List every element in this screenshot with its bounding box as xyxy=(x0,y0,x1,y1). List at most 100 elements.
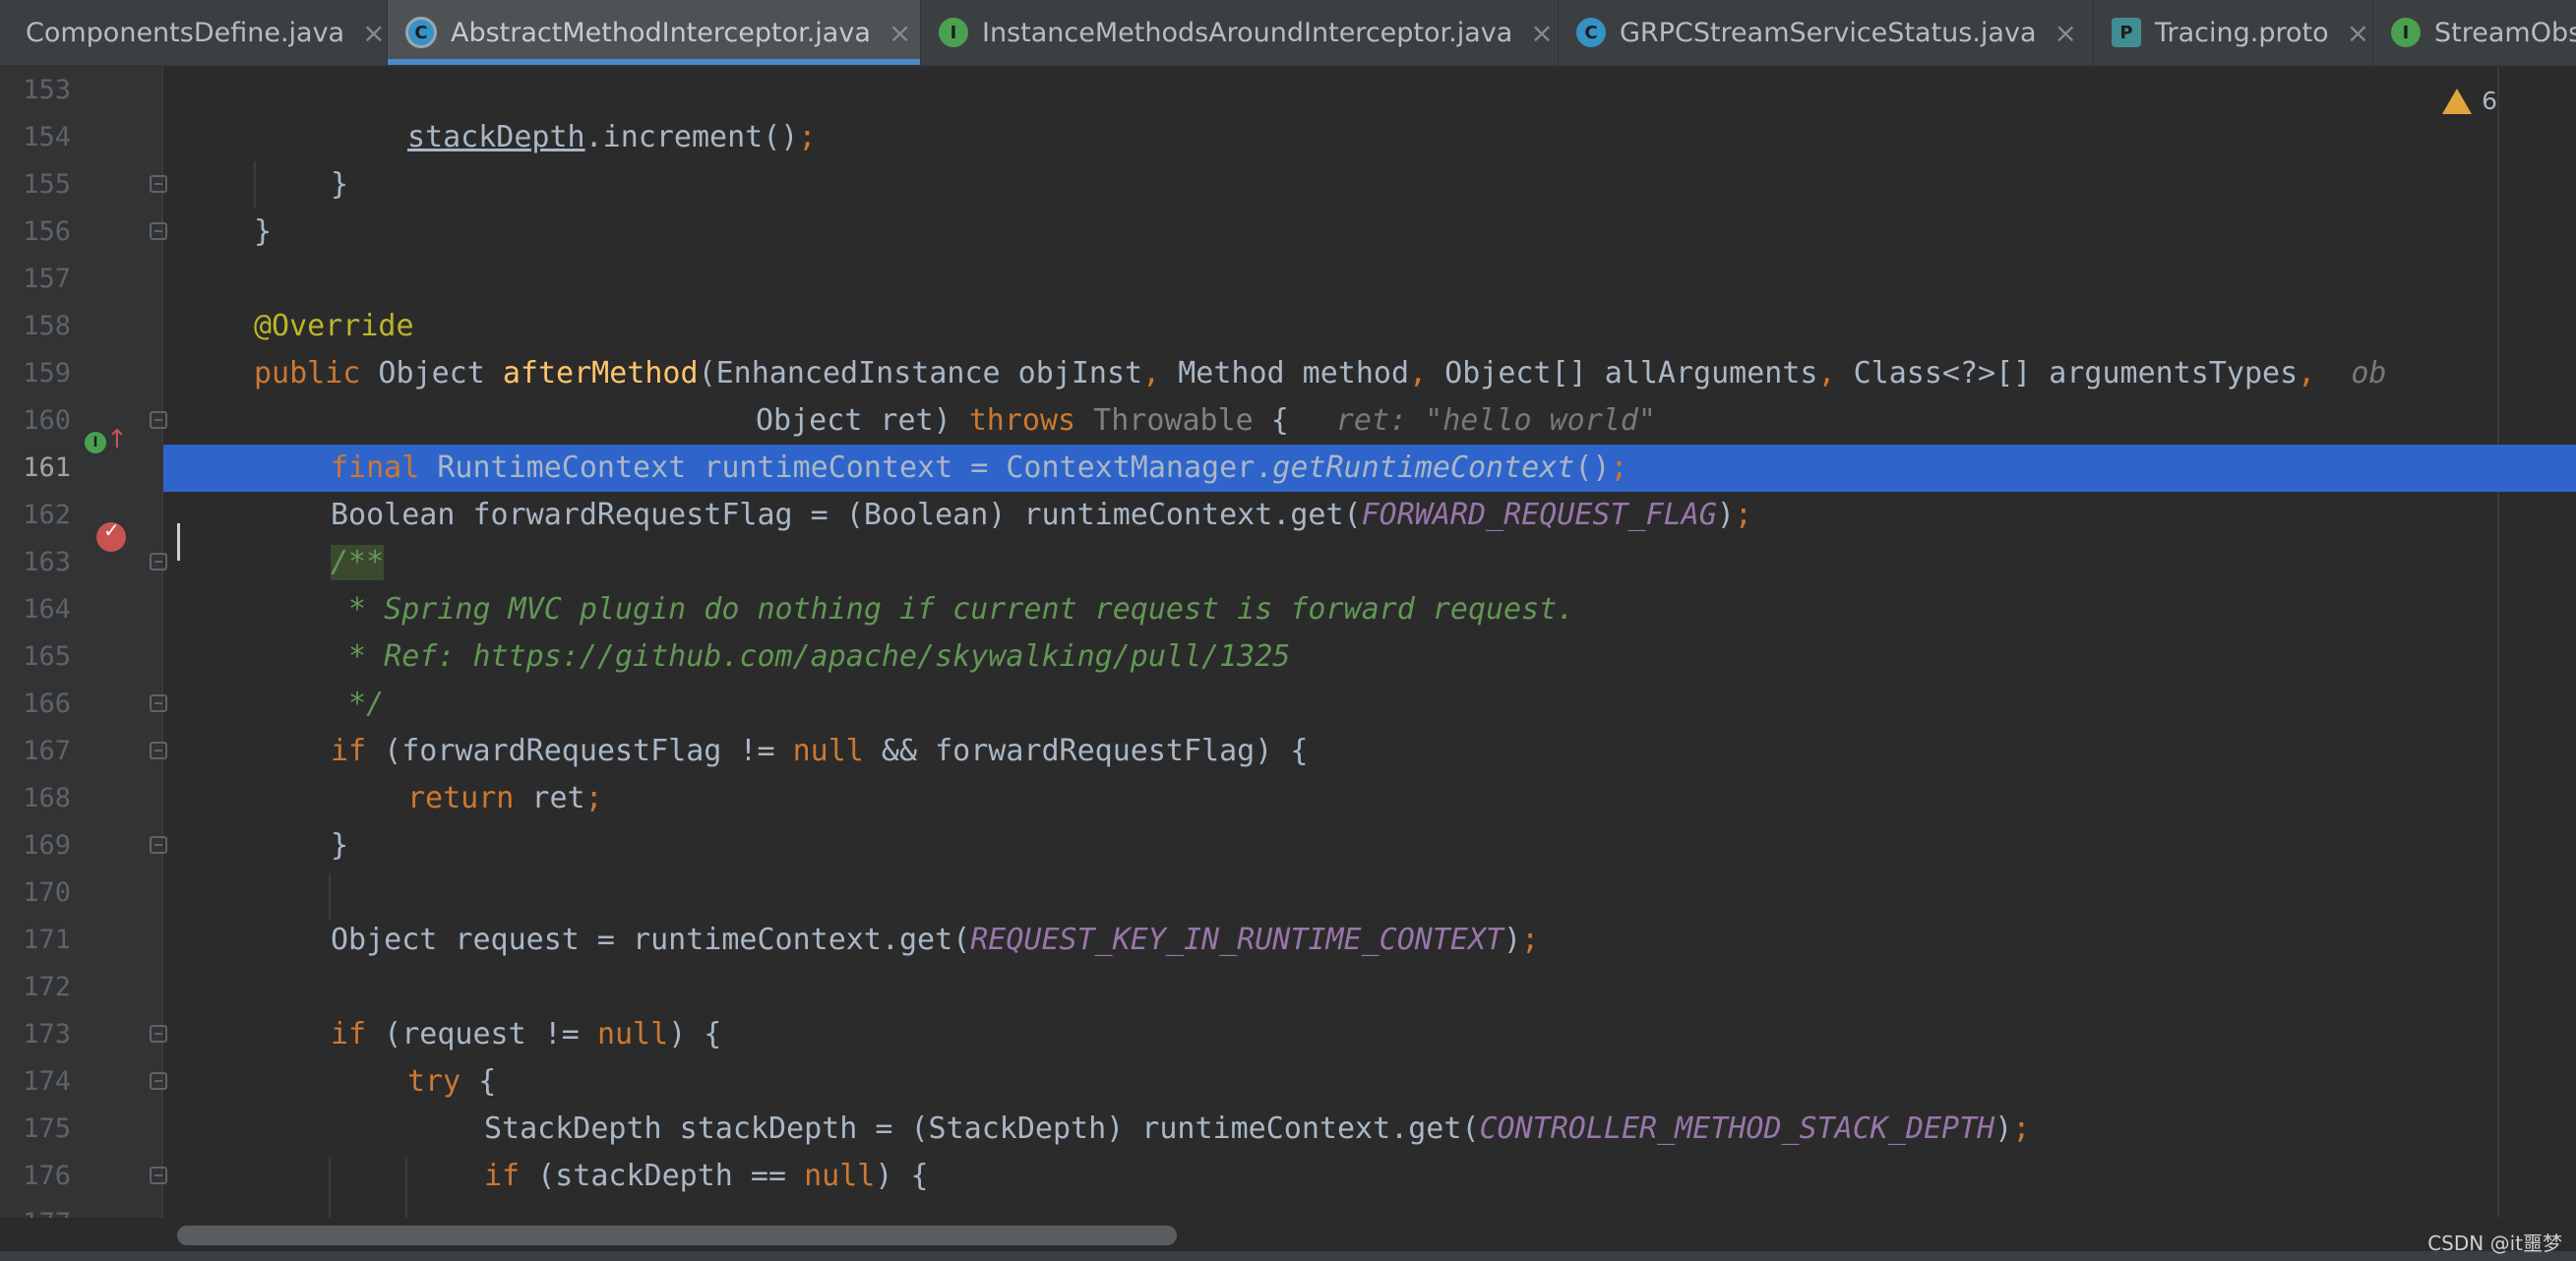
code-line[interactable]: 162 Boolean forwardRequestFlag = (Boolea… xyxy=(0,492,2576,539)
tab-label: StreamObs xyxy=(2434,17,2576,48)
interface-icon: I xyxy=(939,18,968,47)
code-text: } xyxy=(254,214,273,249)
code-line[interactable]: 163 /** xyxy=(0,539,2576,586)
code-text: StackDepth stackDepth = (StackDepth) run… xyxy=(484,1111,2031,1146)
line-number: 156 xyxy=(23,216,71,247)
code-line[interactable]: 164 * Spring MVC plugin do nothing if cu… xyxy=(0,586,2576,633)
code-line[interactable]: 153 xyxy=(0,67,2576,114)
fold-marker-icon[interactable] xyxy=(150,836,167,854)
close-icon[interactable]: × xyxy=(2347,17,2369,49)
line-number: 160 xyxy=(23,405,71,436)
code-text: if (request != null) { xyxy=(331,1017,722,1051)
tab-label: Tracing.proto xyxy=(2155,17,2329,48)
text-caret xyxy=(177,523,180,561)
code-text: * Spring MVC plugin do nothing if curren… xyxy=(331,592,1575,627)
bottom-strip xyxy=(0,1251,2576,1261)
line-number: 159 xyxy=(23,358,71,389)
fold-marker-icon[interactable] xyxy=(150,1025,167,1043)
code-line[interactable]: 155 } xyxy=(0,161,2576,209)
horizontal-scrollbar[interactable] xyxy=(163,1218,2576,1251)
tab-stream-obs[interactable]: I StreamObs xyxy=(2373,0,2576,65)
code-text: } xyxy=(331,167,349,202)
code-text: if (stackDepth == null) { xyxy=(484,1159,929,1193)
code-line[interactable]: 177 xyxy=(0,1200,2576,1218)
tab-label: InstanceMethodsAroundInterceptor.java xyxy=(982,17,1513,48)
code-line[interactable]: 168 return ret; xyxy=(0,775,2576,822)
code-text: try { xyxy=(407,1064,497,1099)
watermark: CSDN @it噩梦 xyxy=(2427,1231,2562,1255)
code-text: Object request = runtimeContext.get(REQU… xyxy=(331,923,1540,957)
code-line[interactable]: 175 StackDepth stackDepth = (StackDepth)… xyxy=(0,1106,2576,1153)
fold-marker-icon[interactable] xyxy=(150,694,167,712)
line-number: 172 xyxy=(23,972,71,1002)
code-text: public Object afterMethod(EnhancedInstan… xyxy=(254,356,2387,390)
line-number: 177 xyxy=(0,1208,71,1218)
code-line[interactable]: 173 if (request != null) { xyxy=(0,1011,2576,1058)
current-execution-line[interactable]: 161 final RuntimeContext runtimeContext … xyxy=(0,445,2576,492)
code-line[interactable]: 169 } xyxy=(0,822,2576,870)
override-arrow-icon[interactable]: ↑ xyxy=(106,425,128,454)
close-icon[interactable]: × xyxy=(362,17,385,49)
line-number: 166 xyxy=(23,689,71,719)
code-line[interactable]: 174 try { xyxy=(0,1058,2576,1106)
code-text: Object ret) throws Throwable {ret: "hell… xyxy=(756,403,1656,438)
fold-marker-icon[interactable] xyxy=(150,1072,167,1090)
breakpoint-icon[interactable] xyxy=(96,518,126,552)
tab-components-define[interactable]: ComponentsDefine.java × xyxy=(0,0,388,65)
line-number: 173 xyxy=(23,1019,71,1050)
code-text: return ret; xyxy=(407,781,603,815)
code-text: @Override xyxy=(254,309,414,343)
fold-marker-icon[interactable] xyxy=(150,742,167,759)
code-line[interactable]: 176 if (stackDepth == null) { xyxy=(0,1153,2576,1200)
fold-marker-icon[interactable] xyxy=(150,553,167,570)
tab-instance-methods-around-interceptor[interactable]: I InstanceMethodsAroundInterceptor.java … xyxy=(921,0,1559,65)
tab-abstract-method-interceptor[interactable]: C AbstractMethodInterceptor.java × xyxy=(388,0,921,65)
proto-file-icon: P xyxy=(2112,18,2141,47)
line-number: 163 xyxy=(23,547,71,577)
code-line[interactable]: 171 Object request = runtimeContext.get(… xyxy=(0,917,2576,964)
fold-marker-icon[interactable] xyxy=(150,175,167,193)
line-number: 164 xyxy=(23,594,71,625)
code-line[interactable]: 157 xyxy=(0,256,2576,303)
scrollbar-thumb[interactable] xyxy=(177,1226,1177,1245)
code-text: if (forwardRequestFlag != null && forwar… xyxy=(331,734,1309,768)
code-text: } xyxy=(331,828,349,863)
editor-tab-bar: ComponentsDefine.java × C AbstractMethod… xyxy=(0,0,2576,67)
line-number: 162 xyxy=(23,500,71,530)
code-line[interactable]: 158 @Override xyxy=(0,303,2576,350)
tab-grpc-stream-service-status[interactable]: C GRPCStreamServiceStatus.java × xyxy=(1559,0,2094,65)
close-icon[interactable]: × xyxy=(2054,17,2076,49)
line-number: 175 xyxy=(23,1113,71,1144)
line-number: 154 xyxy=(23,122,71,152)
line-number: 155 xyxy=(23,169,71,200)
code-text: * Ref: https://github.com/apache/skywalk… xyxy=(331,639,1291,674)
tab-label: GRPCStreamServiceStatus.java xyxy=(1620,17,2037,48)
line-number: 168 xyxy=(23,783,71,813)
line-number: 174 xyxy=(23,1066,71,1097)
code-line[interactable]: 167 if (forwardRequestFlag != null && fo… xyxy=(0,728,2576,775)
code-line[interactable]: 172 xyxy=(0,964,2576,1011)
code-line[interactable]: 159 public Object afterMethod(EnhancedIn… xyxy=(0,350,2576,397)
code-line[interactable]: 166 */ xyxy=(0,681,2576,728)
code-editor[interactable]: 6 153 154 stackDepth.increment(); 155 } … xyxy=(0,67,2576,1218)
abstract-class-icon: C xyxy=(405,17,437,48)
tab-tracing-proto[interactable]: P Tracing.proto × xyxy=(2094,0,2373,65)
code-text: Boolean forwardRequestFlag = (Boolean) r… xyxy=(331,498,1752,532)
code-line[interactable]: 170 xyxy=(0,870,2576,917)
code-line[interactable]: 165 * Ref: https://github.com/apache/sky… xyxy=(0,633,2576,681)
code-text: final RuntimeContext runtimeContext = Co… xyxy=(331,450,1628,485)
fold-marker-icon[interactable] xyxy=(150,411,167,429)
code-line[interactable]: 156 } xyxy=(0,209,2576,256)
fold-marker-icon[interactable] xyxy=(150,1167,167,1184)
line-number: 153 xyxy=(23,75,71,105)
tab-label: ComponentsDefine.java xyxy=(26,17,345,48)
code-line[interactable]: 154 stackDepth.increment(); xyxy=(0,114,2576,161)
line-number: 165 xyxy=(23,641,71,672)
close-icon[interactable]: × xyxy=(1530,17,1553,49)
close-icon[interactable]: × xyxy=(889,17,911,49)
code-line[interactable]: 160 Object ret) throws Throwable {ret: "… xyxy=(0,397,2576,445)
code-text: */ xyxy=(331,687,385,721)
line-number: 170 xyxy=(23,877,71,908)
fold-marker-icon[interactable] xyxy=(150,222,167,240)
implements-method-icon[interactable]: I xyxy=(85,432,106,453)
